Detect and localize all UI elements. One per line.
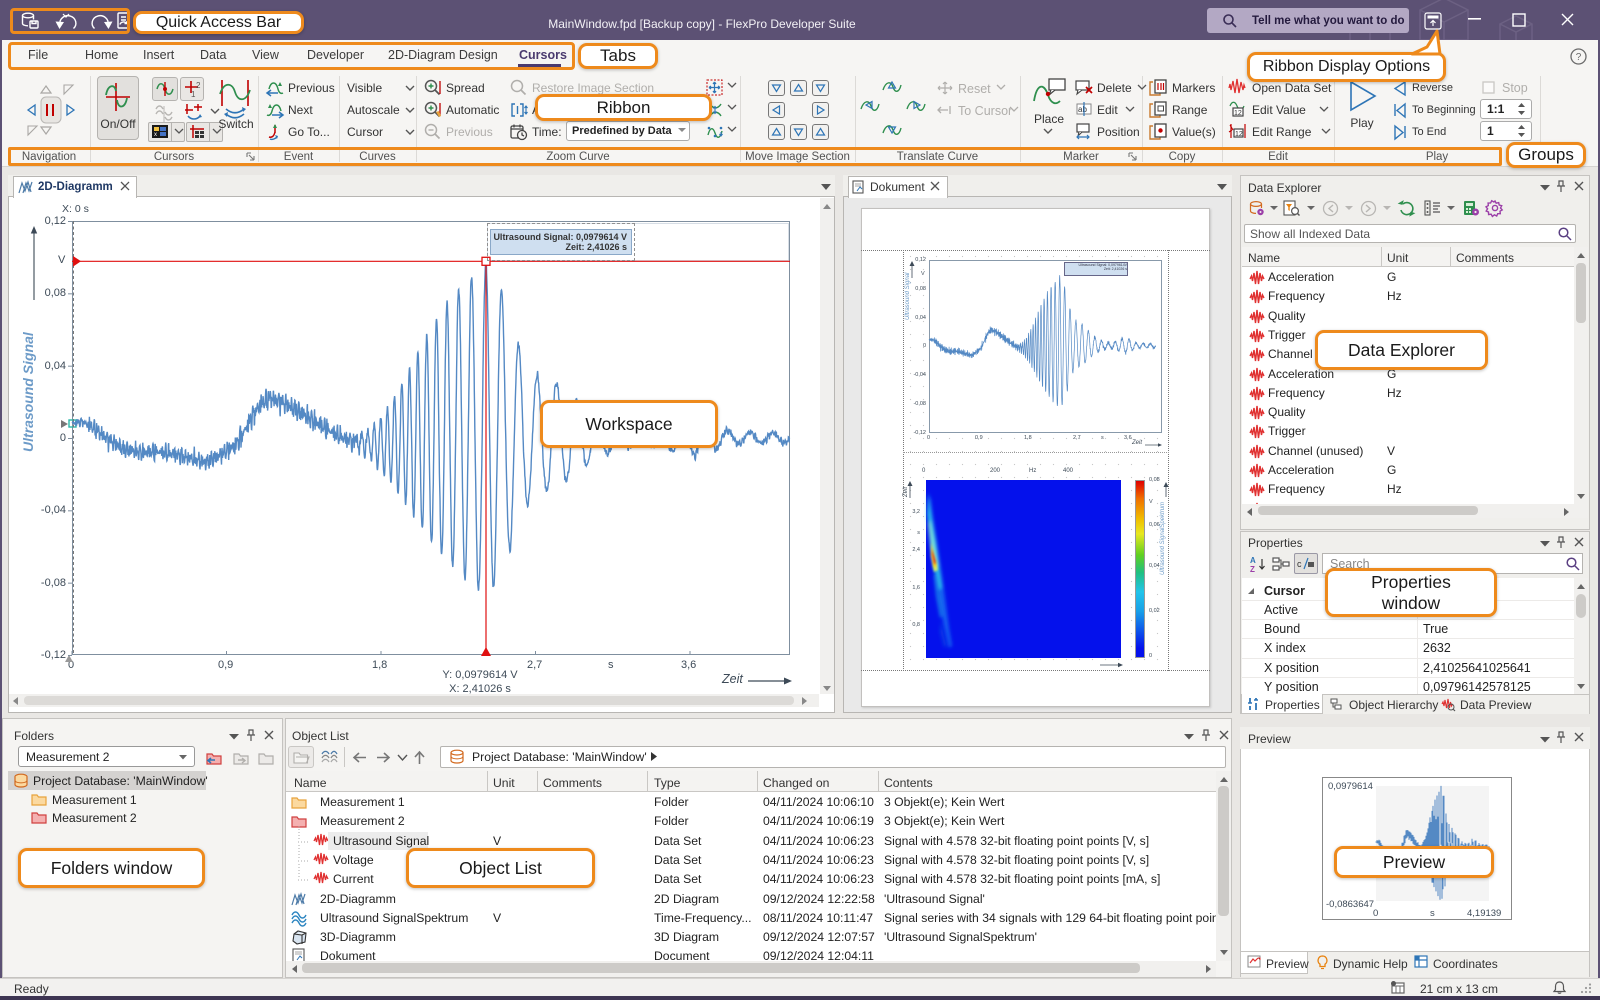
- svg-text:Z: Z: [1250, 565, 1255, 574]
- svg-text:12: 12: [1234, 110, 1242, 117]
- svg-text:A: A: [1250, 556, 1256, 565]
- svg-text:2: 2: [196, 81, 201, 90]
- svg-text:ab: ab: [1078, 105, 1087, 114]
- svg-text:?: ?: [1576, 52, 1582, 63]
- svg-text:1: 1: [191, 90, 196, 99]
- svg-text:c: c: [1297, 559, 1302, 569]
- svg-text:x: x: [154, 132, 157, 138]
- svg-text:12: 12: [1235, 131, 1243, 138]
